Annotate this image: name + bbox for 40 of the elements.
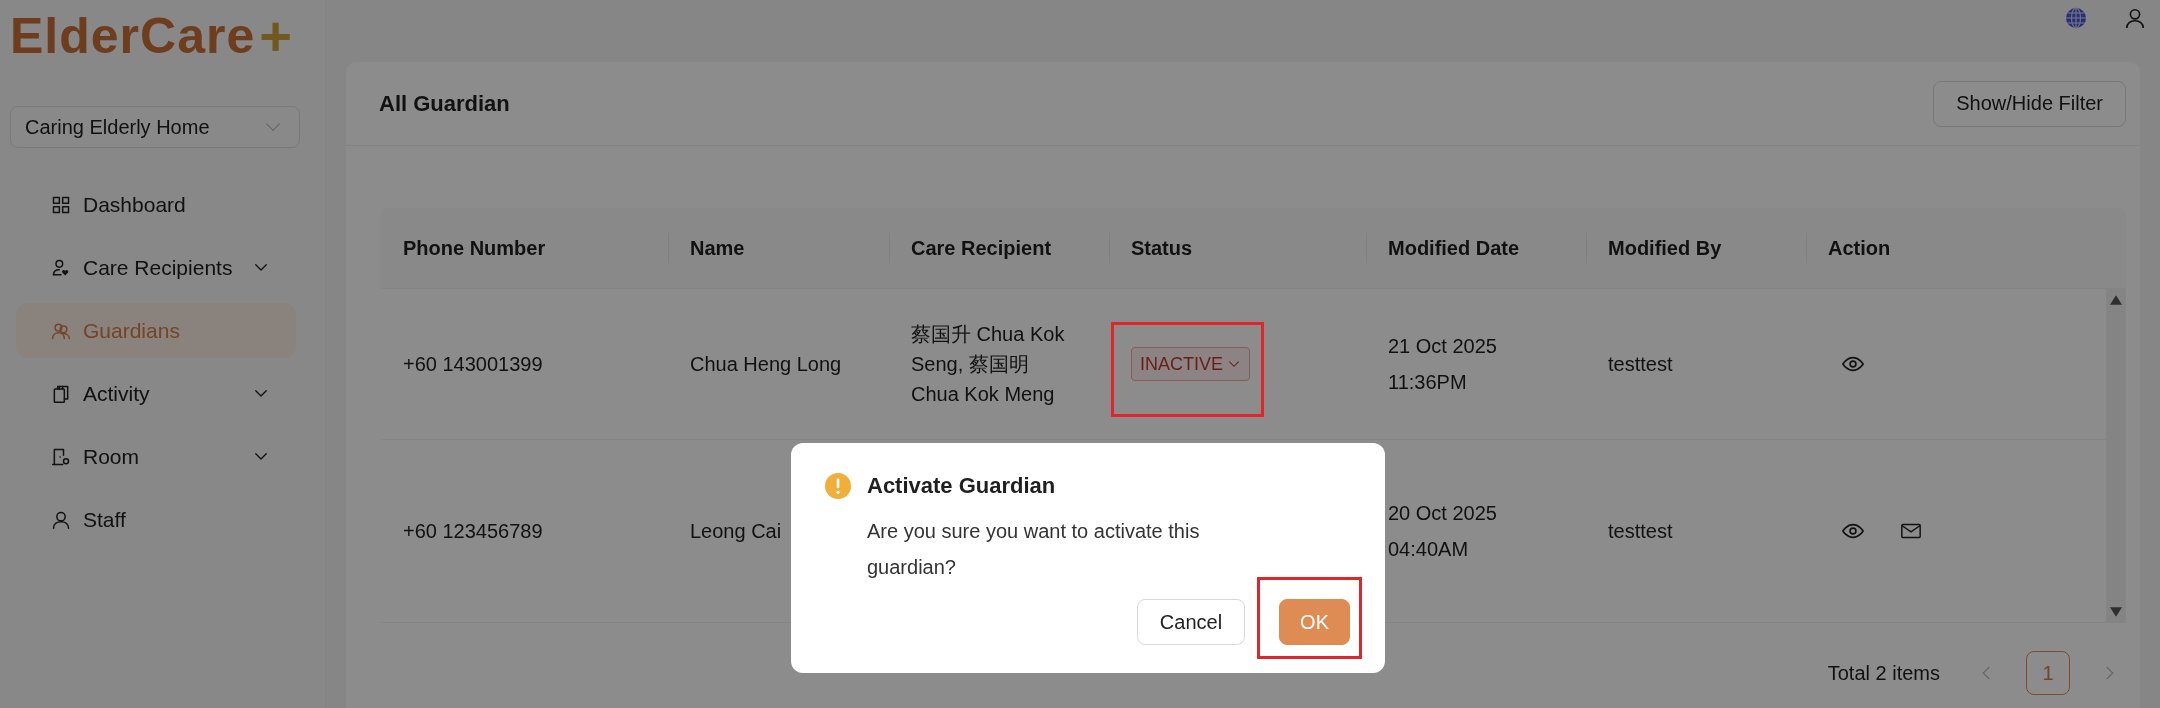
globe-icon[interactable] <box>2064 6 2088 30</box>
warning-icon <box>825 473 851 499</box>
column-header: Action <box>1828 236 1891 260</box>
clipboard-icon <box>51 383 71 404</box>
table-cell-text: 蔡国升 Chua Kok Seng, 蔡国明 Chua Kok Meng <box>911 322 1066 407</box>
table-cell-text: 20 Oct 2025 04:40AM <box>1388 501 1498 562</box>
total-count: Total 2 items <box>1827 661 1940 685</box>
user-icon[interactable] <box>2124 6 2146 30</box>
person-heart-icon <box>51 257 71 278</box>
dialog-message: Are you sure you want to activate this guardian? <box>867 519 1201 580</box>
table-cell: +60 123456789 <box>403 519 543 543</box>
table-cell: Chua Heng Long <box>690 352 842 376</box>
table-cell: testtest <box>1608 519 1673 543</box>
scroll-down-icon[interactable] <box>2110 607 2122 617</box>
page-title: All Guardian <box>379 90 510 117</box>
column-header: Modified Date <box>1388 236 1520 260</box>
table-cell: Leong Cai <box>690 519 782 543</box>
column-header: Care Recipient <box>911 236 1052 260</box>
sidebar-item[interactable]: Activity <box>16 366 296 421</box>
logo: ElderCare+ <box>10 8 293 64</box>
person-icon <box>51 509 71 530</box>
column-header: Status <box>1131 236 1193 260</box>
door-gear-icon <box>51 446 71 467</box>
facility-select[interactable]: Caring Elderly Home <box>10 106 300 148</box>
column-header: Phone Number <box>403 236 546 260</box>
table-cell: +60 143001399 <box>403 352 543 376</box>
grid-icon <box>51 194 71 215</box>
column-header: Name <box>690 236 745 260</box>
sidebar-item[interactable]: Staff <box>16 492 296 547</box>
cancel-button[interactable]: Cancel <box>1136 599 1246 645</box>
sidebar-item[interactable]: Room <box>16 429 296 484</box>
column-header: Modified By <box>1608 236 1722 260</box>
filter-toggle-button[interactable]: Show/Hide Filter <box>1933 80 2126 127</box>
sidebar-item[interactable]: Dashboard <box>16 177 296 232</box>
scroll-up-icon[interactable] <box>2110 295 2122 305</box>
scrollbar[interactable] <box>2106 289 2126 623</box>
dialog-title: Activate Guardian <box>867 473 1056 499</box>
sidebar-item[interactable]: Care Recipients <box>16 240 296 295</box>
table-cell-text: 21 Oct 2025 11:36PM <box>1388 334 1498 395</box>
table-cell: testtest <box>1608 352 1673 376</box>
